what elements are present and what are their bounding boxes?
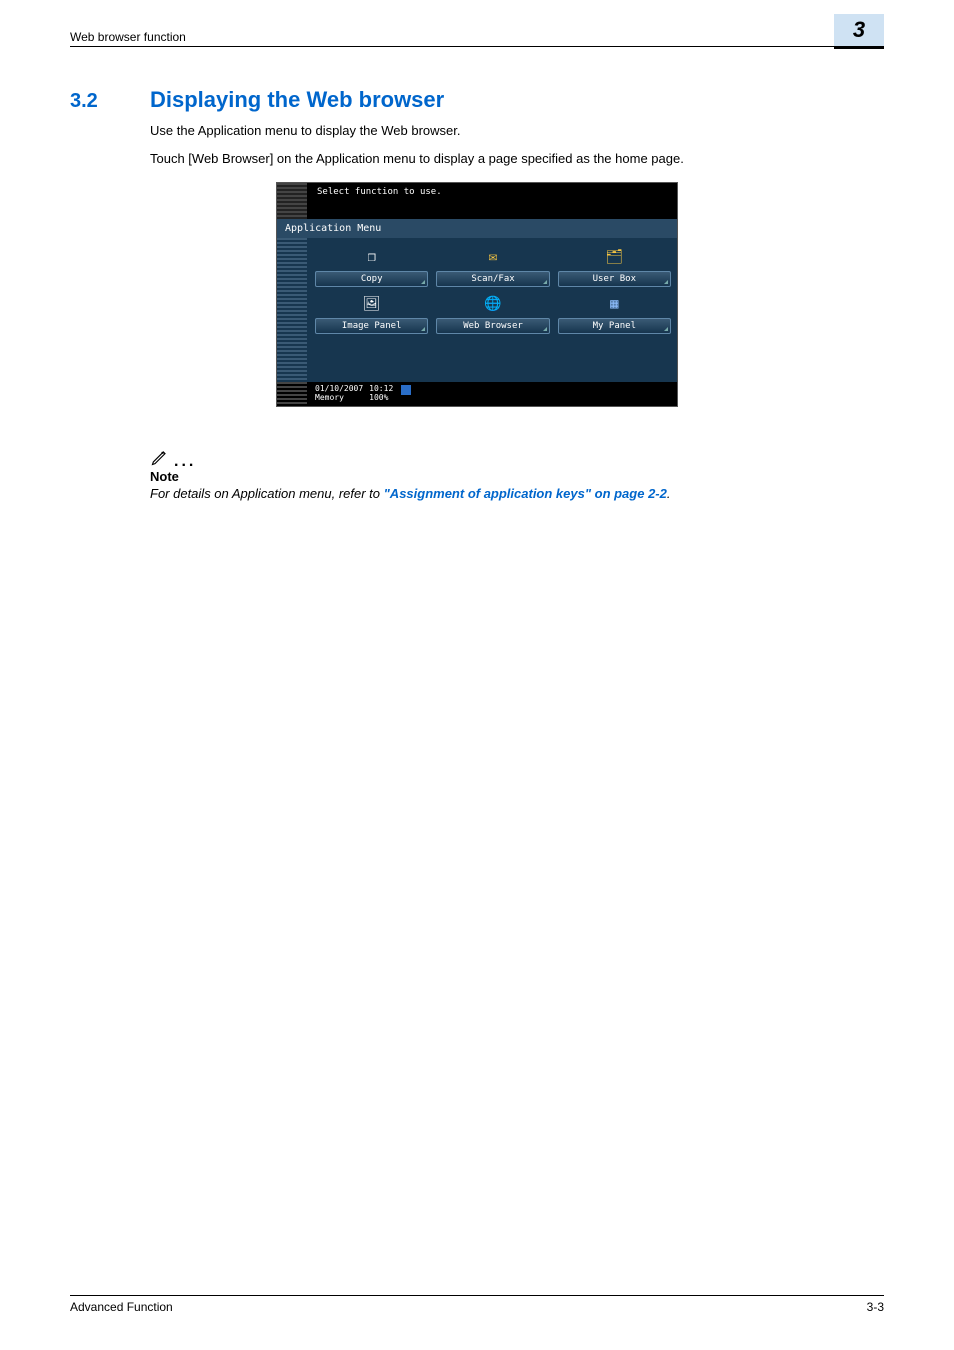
footer-doc-title: Advanced Function bbox=[70, 1300, 173, 1314]
note-icon bbox=[150, 447, 170, 467]
note-body: For details on Application menu, refer t… bbox=[150, 486, 884, 501]
note-text-lead: For details on Application menu, refer t… bbox=[150, 486, 384, 501]
note-label: Note bbox=[150, 469, 884, 484]
screenshot-footer: 01/10/2007 Memory 10:12 100% bbox=[277, 382, 677, 406]
footer-memory-value: 100% bbox=[369, 394, 393, 403]
paragraph: Use the Application menu to display the … bbox=[150, 121, 884, 141]
chapter-number: 3 bbox=[853, 17, 865, 43]
application-menu-title: Application Menu bbox=[277, 219, 677, 238]
menu-item-label: Web Browser bbox=[436, 318, 549, 334]
header-bar: Web browser function bbox=[70, 30, 884, 47]
running-title: Web browser function bbox=[70, 30, 186, 44]
note-block: ... Note For details on Application menu… bbox=[150, 447, 884, 501]
menu-item-scanfax[interactable]: ✉ Scan/Fax bbox=[436, 246, 549, 287]
mypanel-icon: ▦ bbox=[601, 293, 627, 315]
device-screenshot: Select function to use. Application Menu… bbox=[276, 182, 678, 407]
note-text-trail: . bbox=[667, 486, 671, 501]
copy-icon: ❐ bbox=[359, 246, 385, 268]
footer-page-number: 3-3 bbox=[867, 1300, 884, 1314]
menu-item-mypanel[interactable]: ▦ My Panel bbox=[558, 293, 671, 334]
note-crossref-link[interactable]: "Assignment of application keys" on page… bbox=[384, 486, 667, 501]
menu-item-webbrowser[interactable]: 🌐 Web Browser bbox=[436, 293, 549, 334]
section-number: 3.2 bbox=[70, 90, 150, 113]
menu-item-copy[interactable]: ❐ Copy bbox=[315, 246, 428, 287]
menu-item-userbox[interactable]: 🗂 User Box bbox=[558, 246, 671, 287]
ellipsis-icon: ... bbox=[174, 457, 196, 467]
menu-item-label: Scan/Fax bbox=[436, 271, 549, 287]
section-heading: 3.2 Displaying the Web browser bbox=[70, 87, 884, 113]
footer-memory-label: Memory bbox=[315, 394, 363, 403]
page-footer: Advanced Function 3-3 bbox=[70, 1295, 884, 1314]
chapter-number-badge: 3 bbox=[834, 14, 884, 49]
imgpanel-icon: 🖼 bbox=[359, 293, 385, 315]
menu-item-imagepanel[interactable]: 🖼 Image Panel bbox=[315, 293, 428, 334]
scanfax-icon: ✉ bbox=[480, 246, 506, 268]
menu-item-label: My Panel bbox=[558, 318, 671, 334]
status-icon bbox=[401, 385, 411, 395]
paragraph: Touch [Web Browser] on the Application m… bbox=[150, 149, 884, 169]
menu-item-label: Copy bbox=[315, 271, 428, 287]
screenshot-message: Select function to use. bbox=[317, 187, 442, 197]
menu-item-label: User Box bbox=[558, 271, 671, 287]
screenshot-message-bar: Select function to use. bbox=[277, 183, 677, 219]
menu-item-label: Image Panel bbox=[315, 318, 428, 334]
web-icon: 🌐 bbox=[480, 293, 506, 315]
userbox-icon: 🗂 bbox=[601, 246, 627, 268]
application-menu-panel: ❐ Copy ✉ Scan/Fax 🗂 User Box 🖼 Image Pan… bbox=[277, 238, 677, 382]
section-title: Displaying the Web browser bbox=[150, 87, 444, 113]
